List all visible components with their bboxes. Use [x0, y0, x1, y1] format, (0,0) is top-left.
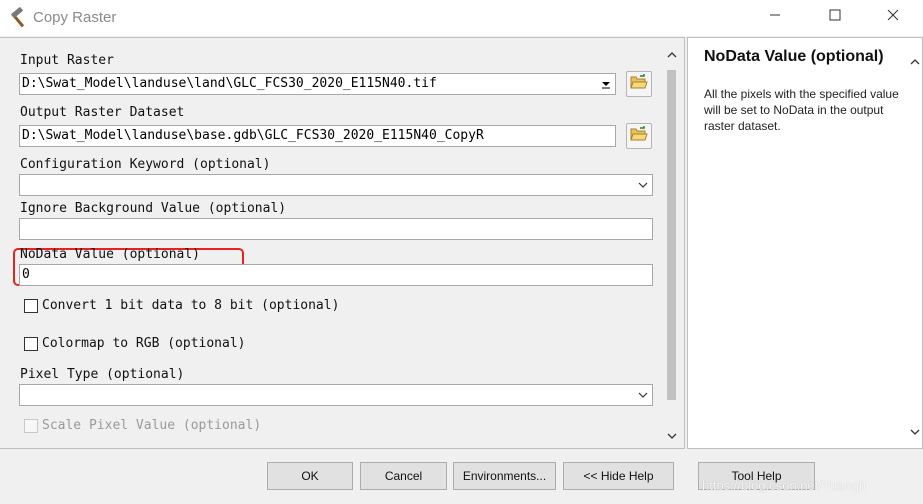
window-title: Copy Raster — [33, 9, 117, 26]
help-scrollbar[interactable] — [906, 37, 923, 449]
hammer-icon — [8, 7, 30, 29]
help-panel: NoData Value (optional) All the pixels w… — [687, 37, 923, 449]
scroll-down-icon[interactable] — [663, 427, 680, 444]
ok-button[interactable]: OK — [267, 462, 353, 490]
environments-button[interactable]: Environments... — [453, 462, 556, 490]
open-folder-icon — [630, 125, 648, 147]
input-raster-combo[interactable]: D:\Swat_Model\landuse\land\GLC_FCS30_202… — [19, 73, 616, 95]
scroll-up-icon[interactable] — [906, 53, 923, 70]
output-raster-input[interactable]: D:\Swat_Model\landuse\base.gdb\GLC_FCS30… — [19, 125, 616, 147]
output-raster-browse-button[interactable] — [626, 123, 652, 149]
input-raster-label: Input Raster — [20, 53, 114, 68]
parameters-scrollbar[interactable] — [663, 46, 680, 444]
colormap-rgb-label: Colormap to RGB (optional) — [42, 336, 246, 351]
scroll-up-icon[interactable] — [663, 46, 680, 63]
convert-1bit-label: Convert 1 bit data to 8 bit (optional) — [42, 298, 340, 313]
ignore-background-input[interactable] — [19, 218, 653, 240]
maximize-icon — [829, 8, 841, 26]
minimize-button[interactable] — [752, 0, 798, 34]
config-keyword-label: Configuration Keyword (optional) — [20, 157, 271, 172]
hide-help-button[interactable]: << Hide Help — [563, 462, 674, 490]
pixel-type-label: Pixel Type (optional) — [20, 367, 185, 382]
nodata-label: NoData Value (optional) — [20, 247, 201, 262]
chevron-down-icon[interactable] — [634, 385, 652, 405]
convert-1bit-checkbox[interactable] — [24, 299, 38, 313]
config-keyword-combo[interactable] — [19, 174, 653, 196]
minimize-icon — [769, 8, 781, 26]
cancel-button[interactable]: Cancel — [360, 462, 447, 490]
pixel-type-combo[interactable] — [19, 384, 653, 406]
open-folder-icon — [630, 73, 648, 95]
close-button[interactable] — [870, 0, 916, 34]
ignore-background-label: Ignore Background Value (optional) — [20, 201, 287, 216]
watermark: https://blog.csdn.net/Yuanqh — [702, 478, 867, 493]
input-raster-value: D:\Swat_Model\landuse\land\GLC_FCS30_202… — [22, 76, 437, 91]
output-raster-value: D:\Swat_Model\landuse\base.gdb\GLC_FCS30… — [22, 128, 484, 143]
scroll-down-icon[interactable] — [906, 423, 923, 440]
close-icon — [887, 8, 899, 26]
input-raster-browse-button[interactable] — [626, 71, 652, 97]
scrollbar-thumb[interactable] — [667, 70, 676, 400]
help-title: NoData Value (optional) — [704, 48, 884, 65]
chevron-down-icon[interactable] — [634, 175, 652, 195]
scale-pixel-label: Scale Pixel Value (optional) — [42, 418, 262, 433]
help-text: All the pixels with the specified value … — [704, 87, 899, 133]
nodata-input[interactable]: 0 — [19, 264, 653, 286]
nodata-value: 0 — [22, 267, 30, 282]
output-raster-label: Output Raster Dataset — [20, 105, 185, 120]
scale-pixel-checkbox — [24, 419, 38, 433]
maximize-button[interactable] — [812, 0, 858, 34]
dropdown-arrow-icon[interactable] — [597, 74, 615, 94]
colormap-rgb-checkbox[interactable] — [24, 337, 38, 351]
title-bar: Copy Raster — [0, 0, 923, 36]
parameters-panel: Input Raster D:\Swat_Model\landuse\land\… — [0, 37, 685, 449]
